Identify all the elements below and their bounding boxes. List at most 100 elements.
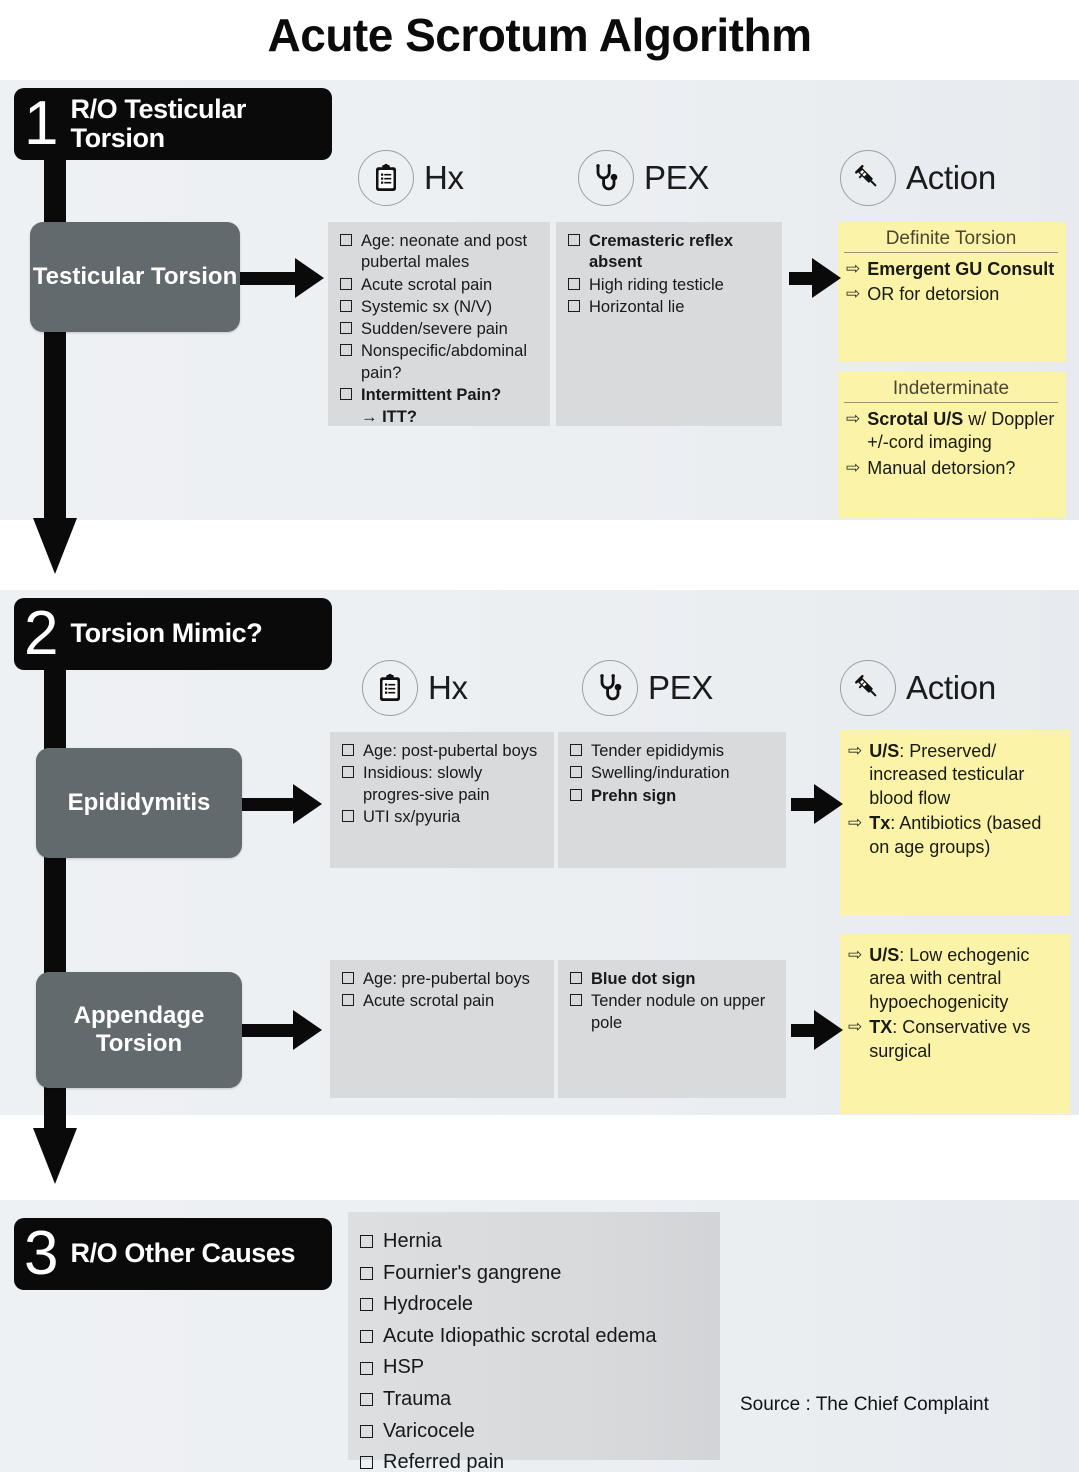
list-item-label: Cremasteric reflex absent [589, 232, 734, 272]
list-item-label: Tender epididymis [591, 742, 724, 760]
list-item: Age: pre-pubertal boys [338, 969, 546, 990]
checkbox-icon[interactable] [342, 809, 354, 822]
arrow-torsion-to-hx [240, 258, 324, 298]
checkbox-icon[interactable] [360, 1456, 373, 1470]
causes-list: Hernia Fournier's gangrene Hydrocele Acu… [356, 1228, 710, 1477]
checkbox-icon[interactable] [340, 387, 352, 400]
list-item: Age: post-pubertal boys [338, 741, 546, 762]
checkbox-icon[interactable] [340, 234, 352, 246]
checkbox-icon[interactable] [340, 299, 352, 312]
arrow-head [293, 1010, 322, 1050]
arrow-head [814, 784, 843, 824]
checkbox-icon[interactable] [360, 1298, 373, 1312]
condition-box-appendage-torsion[interactable]: Appendage Torsion [36, 972, 242, 1088]
step-header-1: 1 R/O Testicular Torsion [14, 88, 332, 160]
checkbox-icon[interactable] [360, 1266, 373, 1280]
checkbox-icon[interactable] [360, 1235, 373, 1249]
arrow-head [293, 784, 322, 824]
list-item-label: Nonspecific/abdominal pain? [361, 342, 528, 382]
checkbox-icon[interactable] [340, 322, 352, 335]
column-header-action-2: Action [840, 660, 996, 716]
checkbox-icon[interactable] [360, 1424, 373, 1438]
list-item: Tender epididymis [566, 741, 778, 762]
hx-box-testicular-torsion: Age: neonate and post pubertal males Acu… [328, 222, 550, 426]
checkbox-icon[interactable] [568, 277, 580, 290]
checkbox-icon[interactable] [570, 972, 582, 984]
arrow-shaft [242, 797, 294, 811]
list-item: ⇨ Manual detorsion? [844, 457, 1058, 480]
hx-box-epididymitis: Age: post-pubertal boys Insidious: slowl… [330, 732, 554, 868]
list-item-label: Sudden/severe pain [361, 320, 508, 339]
checkbox-icon[interactable] [570, 766, 582, 779]
arrow-bullet-icon: ⇨ [848, 1017, 863, 1037]
checkbox-icon[interactable] [570, 994, 582, 1007]
list-item: ⇨ Scrotal U/S w/ Doppler +/-cord imaging [844, 408, 1058, 455]
arrow-shaft [789, 271, 813, 285]
arrow-head [295, 258, 324, 298]
arrow-bullet-icon: ⇨ [846, 457, 861, 477]
step-number-1: 1 [24, 88, 59, 158]
list-item: Referred pain [356, 1449, 710, 1477]
arrow-bullet-icon: ⇨ [846, 409, 861, 428]
checkbox-icon[interactable] [342, 766, 354, 779]
column-label-hx-2: Hx [428, 669, 468, 706]
list-item: Fournier's gangrene [356, 1260, 710, 1288]
list-item: Tender nodule on upper pole [566, 991, 778, 1034]
checkbox-icon[interactable] [342, 994, 354, 1007]
list-item-label: Systemic sx (N/V) [361, 297, 493, 316]
column-label-hx-1: Hx [424, 159, 464, 196]
pex-list: Blue dot sign Tender nodule on upper pol… [566, 969, 778, 1034]
list-item: ⇨ U/S: Low echogenic area with central hy… [846, 944, 1062, 1014]
list-item-label: Hernia [383, 1230, 442, 1252]
list-item-label: U/S: Low echogenic area with central hyp… [869, 945, 1030, 1012]
checkbox-icon[interactable] [340, 344, 352, 357]
hx-list: Age: pre-pubertal boys Acute scrotal pai… [338, 969, 546, 1013]
list-item: UTI sx/pyuria [338, 807, 546, 828]
checkbox-icon[interactable] [360, 1361, 373, 1375]
other-causes-box: Hernia Fournier's gangrene Hydrocele Acu… [348, 1212, 720, 1473]
checkbox-icon[interactable] [340, 277, 352, 290]
list-item-label: Manual detorsion? [867, 457, 1016, 478]
checkbox-icon[interactable] [360, 1330, 373, 1344]
column-header-pex-1: PEX [578, 150, 709, 206]
arrow-bullet-icon: ⇨ [848, 741, 863, 760]
action-box-indeterminate: Indeterminate ⇨ Scrotal U/S w/ Doppler +/… [838, 372, 1066, 518]
list-item: Acute Idiopathic scrotal edema [356, 1323, 710, 1351]
arrow-pex-to-action-2 [791, 784, 843, 824]
checkbox-icon[interactable] [342, 744, 354, 756]
list-item-label: Acute scrotal pain [361, 275, 493, 294]
list-item: Acute scrotal pain [338, 991, 546, 1012]
list-item-label: Age: pre-pubertal boys [363, 970, 530, 988]
column-header-hx-1: Hx [358, 150, 464, 206]
list-item-label: Blue dot sign [591, 970, 696, 988]
arrow-bullet-icon: ⇨ [848, 813, 863, 833]
flow-connector-1 [44, 150, 66, 530]
checkbox-icon[interactable] [568, 299, 580, 312]
checkbox-icon[interactable] [342, 972, 354, 984]
list-item: Hydrocele [356, 1291, 710, 1319]
condition-box-epididymitis[interactable]: Epididymitis [36, 748, 242, 858]
arrow-appendage-to-hx [242, 1010, 322, 1050]
pex-list: Cremasteric reflex absent High riding te… [564, 231, 774, 318]
arrow-head [814, 1010, 843, 1050]
list-item: Varicocele [356, 1418, 710, 1446]
action-group-heading: Definite Torsion [844, 228, 1058, 253]
condition-label: Epididymitis [67, 789, 211, 817]
list-item: High riding testicle [564, 275, 774, 296]
arrow-shaft [791, 1023, 815, 1037]
list-item: ⇨ OR for detorsion [844, 283, 1058, 306]
action-box-epididymitis: ⇨ U/S: Preserved/ increased testicular bl… [840, 730, 1070, 916]
action-list: ⇨ Emergent GU Consult ⇨ OR for detorsion [844, 258, 1058, 307]
condition-box-testicular-torsion[interactable]: Testicular Torsion [30, 222, 240, 332]
list-item-label: Horizontal lie [589, 297, 685, 316]
checkbox-icon[interactable] [570, 788, 582, 801]
checkbox-icon[interactable] [570, 744, 582, 756]
list-item-label: Age: neonate and post pubertal males [361, 232, 528, 272]
checkbox-icon[interactable] [568, 234, 580, 246]
list-item: Intermittent Pain? [336, 385, 542, 406]
condition-label: Appendage Torsion [73, 1002, 205, 1057]
column-label-action-2: Action [906, 669, 996, 706]
list-item: Trauma [356, 1386, 710, 1414]
arrow-bullet-icon: ⇨ [846, 259, 861, 278]
checkbox-icon[interactable] [360, 1393, 373, 1407]
